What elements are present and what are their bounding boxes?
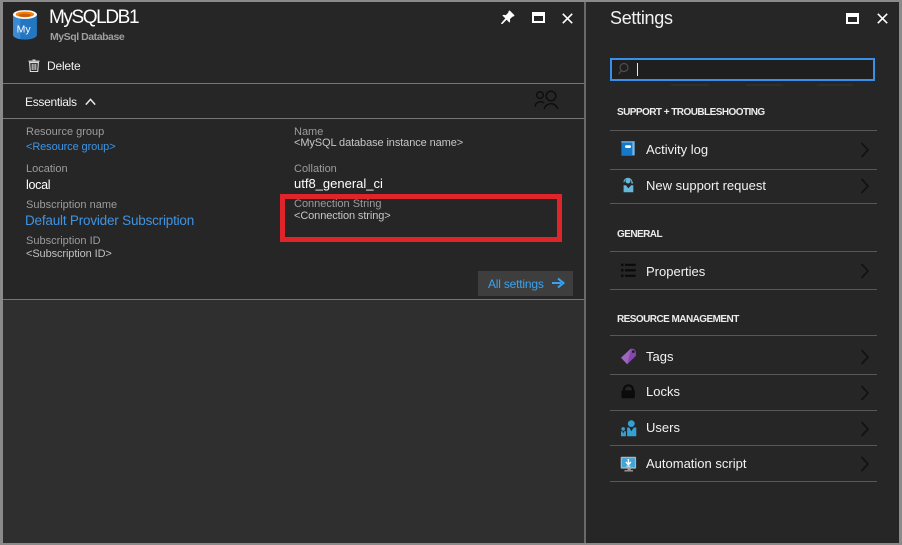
svg-text:My: My <box>17 24 32 36</box>
